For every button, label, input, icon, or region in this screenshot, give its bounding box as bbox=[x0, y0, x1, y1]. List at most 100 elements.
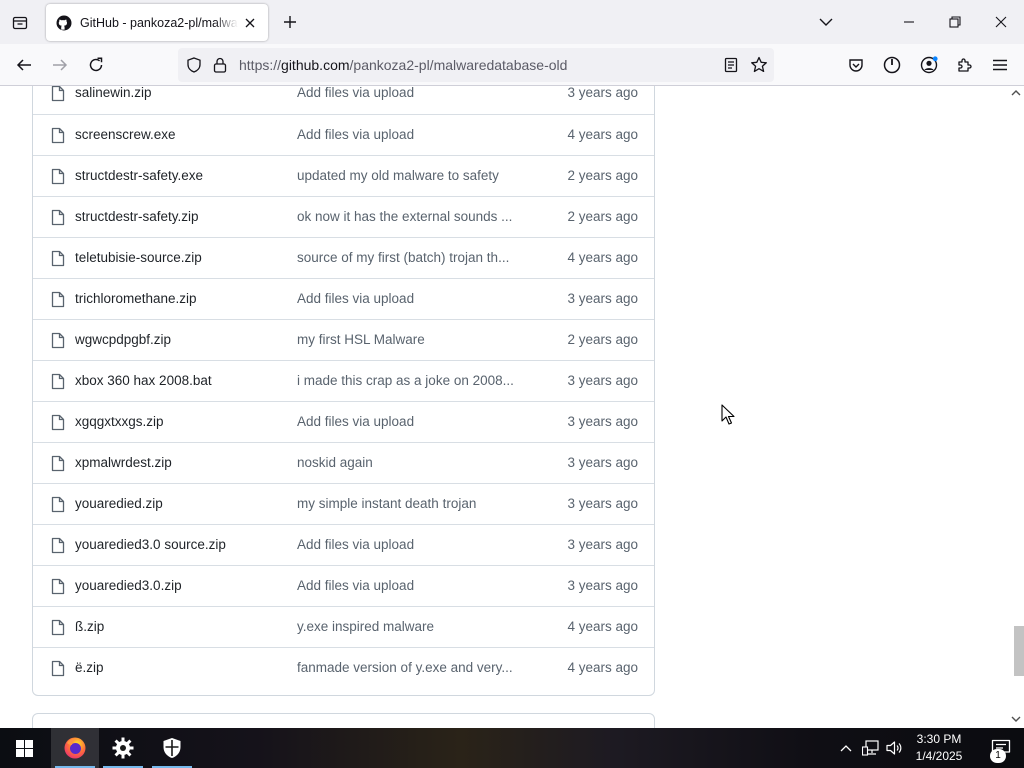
network-tray[interactable] bbox=[861, 738, 881, 758]
page-scrollbar[interactable] bbox=[1008, 86, 1024, 728]
file-row: xpmalwrdest.zip noskid again 3 years ago bbox=[33, 442, 654, 483]
account-button[interactable] bbox=[914, 50, 944, 80]
file-name-link[interactable]: youaredied3.0 source.zip bbox=[75, 537, 226, 552]
show-hidden-icons[interactable] bbox=[836, 738, 856, 758]
commit-message-link[interactable]: ok now it has the external sounds ... bbox=[297, 209, 521, 224]
reload-button[interactable] bbox=[81, 50, 111, 80]
volume-tray[interactable] bbox=[885, 738, 905, 758]
file-name-link[interactable]: ß.zip bbox=[75, 619, 104, 634]
url-text[interactable]: https://github.com/pankoza2-pl/malwareda… bbox=[239, 57, 567, 73]
taskbar-firefox[interactable] bbox=[51, 728, 99, 768]
reader-view-icon[interactable] bbox=[722, 56, 740, 74]
tab-strip: GitHub - pankoza2-pl/malwaredatabase-old bbox=[0, 0, 1024, 44]
tab-github[interactable]: GitHub - pankoza2-pl/malwaredatabase-old bbox=[46, 4, 268, 41]
commit-age: 3 years ago bbox=[567, 537, 638, 552]
file-icon bbox=[51, 209, 65, 226]
tracking-protection-shield-icon[interactable] bbox=[185, 56, 203, 74]
file-name-link[interactable]: youaredied3.0.zip bbox=[75, 578, 182, 593]
arrow-right-icon bbox=[53, 59, 68, 71]
taskbar-windows-security[interactable] bbox=[148, 728, 196, 768]
file-icon bbox=[51, 537, 65, 554]
file-name-link[interactable]: trichloromethane.zip bbox=[75, 291, 197, 306]
commit-age: 3 years ago bbox=[567, 414, 638, 429]
pocket-button[interactable] bbox=[841, 50, 871, 80]
file-name-link[interactable]: structdestr-safety.zip bbox=[75, 209, 199, 224]
file-name-link[interactable]: screenscrew.exe bbox=[75, 127, 176, 142]
close-tab-icon[interactable] bbox=[242, 15, 258, 31]
minimize-button[interactable] bbox=[886, 0, 932, 44]
commit-message-link[interactable]: noskid again bbox=[297, 455, 521, 470]
commit-message-link[interactable]: i made this crap as a joke on 2008... bbox=[297, 373, 521, 388]
file-name-link[interactable]: xpmalwrdest.zip bbox=[75, 455, 172, 470]
commit-message-link[interactable]: Add files via upload bbox=[297, 578, 521, 593]
taskbar-clock[interactable]: 3:30 PM 1/4/2025 bbox=[908, 731, 970, 765]
address-bar[interactable]: https://github.com/pankoza2-pl/malwareda… bbox=[178, 48, 774, 82]
settings-icon bbox=[112, 737, 134, 759]
taskbar-settings[interactable] bbox=[99, 728, 147, 768]
file-name-link[interactable]: ë.zip bbox=[75, 660, 104, 675]
commit-age: 3 years ago bbox=[567, 86, 638, 100]
file-icon bbox=[51, 578, 65, 595]
close-window-button[interactable] bbox=[978, 0, 1024, 44]
restore-button[interactable] bbox=[932, 0, 978, 44]
file-name-link[interactable]: structdestr-safety.exe bbox=[75, 168, 203, 183]
reload-icon bbox=[89, 57, 103, 72]
commit-message-link[interactable]: source of my first (batch) trojan th... bbox=[297, 250, 521, 265]
file-name-link[interactable]: teletubisie-source.zip bbox=[75, 250, 202, 265]
commit-age: 4 years ago bbox=[567, 127, 638, 142]
account-icon bbox=[920, 56, 938, 74]
file-name-link[interactable]: youaredied.zip bbox=[75, 496, 163, 511]
taskbar: 3:30 PM 1/4/2025 1 bbox=[0, 728, 1024, 768]
file-row: ë.zip fanmade version of y.exe and very..… bbox=[33, 647, 654, 688]
commit-message-link[interactable]: fanmade version of y.exe and very... bbox=[297, 660, 521, 675]
commit-message-link[interactable]: my simple instant death trojan bbox=[297, 496, 521, 511]
file-name-link[interactable]: xgqgxtxxgs.zip bbox=[75, 414, 164, 429]
extensions-button[interactable] bbox=[950, 50, 980, 80]
windows-logo-icon bbox=[15, 739, 33, 757]
file-name-link[interactable]: wgwcpdpgbf.zip bbox=[75, 332, 171, 347]
scrollbar-thumb[interactable] bbox=[1014, 626, 1024, 676]
file-row: xbox 360 hax 2008.bat i made this crap as… bbox=[33, 360, 654, 401]
new-tab-button[interactable] bbox=[277, 9, 303, 35]
commit-message-link[interactable]: Add files via upload bbox=[297, 291, 521, 306]
firefox-view-button[interactable] bbox=[6, 9, 34, 37]
commit-age: 3 years ago bbox=[567, 373, 638, 388]
commit-age: 3 years ago bbox=[567, 291, 638, 306]
file-icon bbox=[51, 291, 65, 308]
chevron-up-icon bbox=[840, 745, 852, 752]
file-row: ß.zip y.exe inspired malware 4 years ago bbox=[33, 606, 654, 647]
extension-button[interactable] bbox=[877, 50, 907, 80]
scroll-up-arrow-icon[interactable] bbox=[1011, 89, 1021, 97]
commit-message-link[interactable]: Add files via upload bbox=[297, 537, 521, 552]
url-host: github.com bbox=[281, 57, 350, 73]
bookmark-star-icon[interactable] bbox=[750, 56, 768, 74]
forward-button[interactable] bbox=[45, 50, 75, 80]
commit-message-link[interactable]: Add files via upload bbox=[297, 414, 521, 429]
file-icon bbox=[51, 455, 65, 472]
commit-message-link[interactable]: Add files via upload bbox=[297, 127, 521, 142]
file-name-link[interactable]: salinewin.zip bbox=[75, 86, 152, 100]
menu-button[interactable] bbox=[985, 50, 1015, 80]
commit-message-link[interactable]: y.exe inspired malware bbox=[297, 619, 521, 634]
hamburger-menu-icon bbox=[993, 59, 1007, 71]
readme-box bbox=[32, 713, 655, 728]
start-button[interactable] bbox=[0, 728, 48, 768]
file-icon bbox=[51, 619, 65, 636]
github-icon bbox=[56, 15, 72, 30]
scroll-down-arrow-icon[interactable] bbox=[1011, 715, 1021, 723]
file-name-link[interactable]: xbox 360 hax 2008.bat bbox=[75, 373, 212, 388]
commit-age: 2 years ago bbox=[567, 168, 638, 183]
clock-date: 1/4/2025 bbox=[915, 749, 963, 763]
lock-icon[interactable] bbox=[211, 56, 229, 74]
firefox-icon bbox=[64, 737, 86, 759]
list-all-tabs-button[interactable] bbox=[803, 0, 849, 44]
file-icon bbox=[51, 86, 65, 102]
nav-bar: https://github.com/pankoza2-pl/malwareda… bbox=[0, 44, 1024, 86]
commit-message-link[interactable]: Add files via upload bbox=[297, 86, 521, 100]
commit-message-link[interactable]: updated my old malware to safety bbox=[297, 168, 521, 183]
file-row: screenscrew.exe Add files via upload 4 yea… bbox=[33, 114, 654, 155]
commit-age: 4 years ago bbox=[567, 660, 638, 675]
file-icon bbox=[51, 373, 65, 390]
back-button[interactable] bbox=[9, 50, 39, 80]
commit-message-link[interactable]: my first HSL Malware bbox=[297, 332, 521, 347]
